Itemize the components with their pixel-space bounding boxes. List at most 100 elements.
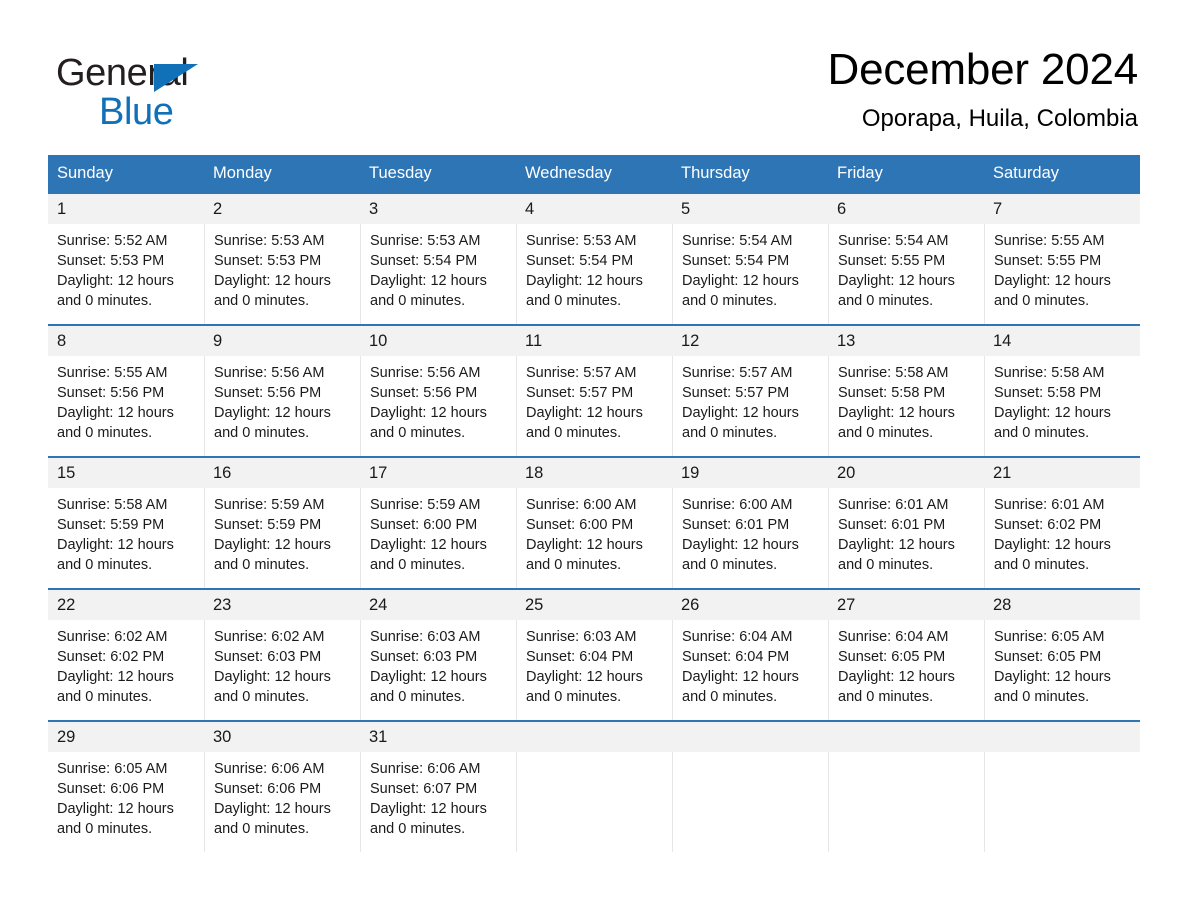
day-cell[interactable]: Sunrise: 6:00 AM Sunset: 6:01 PM Dayligh… <box>672 487 828 588</box>
day-number[interactable]: 24 <box>360 590 516 620</box>
day-number[interactable]: 18 <box>516 458 672 488</box>
sunset-text: Sunset: 6:03 PM <box>214 648 322 665</box>
day-cell[interactable]: Sunrise: 5:56 AM Sunset: 5:56 PM Dayligh… <box>360 355 516 456</box>
general-blue-logo[interactable]: General Blue <box>56 46 256 131</box>
day-cell[interactable]: Sunrise: 6:01 AM Sunset: 6:01 PM Dayligh… <box>828 487 984 588</box>
day-number[interactable]: 22 <box>48 590 204 620</box>
daylight-text-line1: Daylight: 12 hours <box>682 272 799 289</box>
day-cell[interactable]: Sunrise: 6:03 AM Sunset: 6:04 PM Dayligh… <box>516 619 672 720</box>
day-cell[interactable]: Sunrise: 5:53 AM Sunset: 5:54 PM Dayligh… <box>516 223 672 324</box>
day-cell[interactable]: Sunrise: 5:52 AM Sunset: 5:53 PM Dayligh… <box>48 224 204 324</box>
day-cell[interactable]: Sunrise: 6:01 AM Sunset: 6:02 PM Dayligh… <box>984 487 1140 588</box>
day-number[interactable]: 13 <box>828 326 984 356</box>
sunrise-text: Sunrise: 6:01 AM <box>994 496 1105 513</box>
sunset-text: Sunset: 5:56 PM <box>214 384 322 401</box>
day-number[interactable]: 19 <box>672 458 828 488</box>
day-cell[interactable]: Sunrise: 5:53 AM Sunset: 5:53 PM Dayligh… <box>204 223 360 324</box>
weekday-header-wednesday: Wednesday <box>525 163 612 182</box>
sunrise-text: Sunrise: 5:58 AM <box>994 364 1105 381</box>
day-number[interactable]: 26 <box>672 590 828 620</box>
day-number[interactable]: 12 <box>672 326 828 356</box>
day-cell[interactable]: Sunrise: 5:58 AM Sunset: 5:58 PM Dayligh… <box>828 355 984 456</box>
day-cell-empty <box>516 751 672 852</box>
sunset-text: Sunset: 6:05 PM <box>994 648 1102 665</box>
day-number[interactable]: 5 <box>672 194 828 224</box>
day-cell[interactable]: Sunrise: 6:03 AM Sunset: 6:03 PM Dayligh… <box>360 619 516 720</box>
sunrise-text: Sunrise: 5:53 AM <box>370 232 481 249</box>
day-number[interactable]: 21 <box>984 458 1140 488</box>
day-number[interactable]: 28 <box>984 590 1140 620</box>
day-number[interactable]: 11 <box>516 326 672 356</box>
daylight-text-line1: Daylight: 12 hours <box>838 404 955 421</box>
day-number[interactable]: 2 <box>204 194 360 224</box>
day-cell[interactable]: Sunrise: 5:59 AM Sunset: 6:00 PM Dayligh… <box>360 487 516 588</box>
day-cell[interactable]: Sunrise: 5:58 AM Sunset: 5:59 PM Dayligh… <box>48 488 204 588</box>
day-number[interactable]: 1 <box>48 194 204 224</box>
title-block: December 2024 Oporapa, Huila, Colombia <box>828 45 1139 133</box>
day-cell[interactable]: Sunrise: 6:00 AM Sunset: 6:00 PM Dayligh… <box>516 487 672 588</box>
day-cell[interactable]: Sunrise: 6:06 AM Sunset: 6:07 PM Dayligh… <box>360 751 516 852</box>
day-number[interactable]: 23 <box>204 590 360 620</box>
day-cell[interactable]: Sunrise: 6:02 AM Sunset: 6:03 PM Dayligh… <box>204 619 360 720</box>
sunset-text: Sunset: 6:03 PM <box>370 648 478 665</box>
day-cell[interactable]: Sunrise: 6:06 AM Sunset: 6:06 PM Dayligh… <box>204 751 360 852</box>
day-number[interactable]: 20 <box>828 458 984 488</box>
day-cell[interactable]: Sunrise: 5:55 AM Sunset: 5:55 PM Dayligh… <box>984 223 1140 324</box>
day-cell[interactable]: Sunrise: 5:54 AM Sunset: 5:55 PM Dayligh… <box>828 223 984 324</box>
day-cell-empty <box>828 751 984 852</box>
day-cell[interactable]: Sunrise: 6:04 AM Sunset: 6:05 PM Dayligh… <box>828 619 984 720</box>
day-number[interactable]: 10 <box>360 326 516 356</box>
day-number[interactable]: 30 <box>204 722 360 752</box>
daylight-text-line1: Daylight: 12 hours <box>526 272 643 289</box>
weekday-header-tuesday: Tuesday <box>369 163 432 182</box>
weekday-header-monday: Monday <box>213 163 272 182</box>
day-number[interactable]: 17 <box>360 458 516 488</box>
day-cell[interactable]: Sunrise: 5:57 AM Sunset: 5:57 PM Dayligh… <box>516 355 672 456</box>
day-number[interactable]: 31 <box>360 722 516 752</box>
week-daynumber-band: 22 23 24 25 26 27 28 <box>48 589 1140 620</box>
day-number[interactable]: 29 <box>48 722 204 752</box>
day-number[interactable]: 15 <box>48 458 204 488</box>
daylight-text-line2: and 0 minutes. <box>214 424 310 441</box>
day-number[interactable]: 3 <box>360 194 516 224</box>
day-cell[interactable]: Sunrise: 5:53 AM Sunset: 5:54 PM Dayligh… <box>360 223 516 324</box>
daylight-text-line2: and 0 minutes. <box>994 688 1090 705</box>
day-cell[interactable]: Sunrise: 5:54 AM Sunset: 5:54 PM Dayligh… <box>672 223 828 324</box>
day-cell[interactable]: Sunrise: 5:59 AM Sunset: 5:59 PM Dayligh… <box>204 487 360 588</box>
day-number[interactable]: 14 <box>984 326 1140 356</box>
day-cell[interactable]: Sunrise: 6:02 AM Sunset: 6:02 PM Dayligh… <box>48 620 204 720</box>
day-cell[interactable]: Sunrise: 5:58 AM Sunset: 5:58 PM Dayligh… <box>984 355 1140 456</box>
sunset-text: Sunset: 5:53 PM <box>214 252 322 269</box>
daylight-text-line2: and 0 minutes. <box>682 292 778 309</box>
sunrise-text: Sunrise: 5:56 AM <box>370 364 481 381</box>
day-number[interactable]: 6 <box>828 194 984 224</box>
daylight-text-line2: and 0 minutes. <box>370 292 466 309</box>
day-number[interactable]: 25 <box>516 590 672 620</box>
day-cell[interactable]: Sunrise: 6:04 AM Sunset: 6:04 PM Dayligh… <box>672 619 828 720</box>
daylight-text-line1: Daylight: 12 hours <box>57 536 174 553</box>
day-cell[interactable]: Sunrise: 5:57 AM Sunset: 5:57 PM Dayligh… <box>672 355 828 456</box>
day-cell[interactable]: Sunrise: 5:56 AM Sunset: 5:56 PM Dayligh… <box>204 355 360 456</box>
day-number[interactable]: 16 <box>204 458 360 488</box>
sunrise-text: Sunrise: 6:00 AM <box>526 496 637 513</box>
day-cell[interactable]: Sunrise: 5:55 AM Sunset: 5:56 PM Dayligh… <box>48 356 204 456</box>
daylight-text-line2: and 0 minutes. <box>994 556 1090 573</box>
day-cell[interactable]: Sunrise: 6:05 AM Sunset: 6:06 PM Dayligh… <box>48 752 204 852</box>
daylight-text-line2: and 0 minutes. <box>370 424 466 441</box>
sunrise-text: Sunrise: 6:06 AM <box>214 760 325 777</box>
daylight-text-line2: and 0 minutes. <box>370 820 466 837</box>
daylight-text-line1: Daylight: 12 hours <box>838 536 955 553</box>
sunrise-text: Sunrise: 5:58 AM <box>838 364 949 381</box>
daylight-text-line1: Daylight: 12 hours <box>370 668 487 685</box>
daylight-text-line2: and 0 minutes. <box>214 688 310 705</box>
day-number[interactable]: 8 <box>48 326 204 356</box>
sunset-text: Sunset: 5:59 PM <box>214 516 322 533</box>
day-number[interactable]: 27 <box>828 590 984 620</box>
day-number[interactable]: 4 <box>516 194 672 224</box>
day-number[interactable]: 7 <box>984 194 1140 224</box>
sunset-text: Sunset: 5:58 PM <box>838 384 946 401</box>
week-detail-band: Sunrise: 5:58 AM Sunset: 5:59 PM Dayligh… <box>48 487 1140 588</box>
day-number[interactable]: 9 <box>204 326 360 356</box>
day-cell[interactable]: Sunrise: 6:05 AM Sunset: 6:05 PM Dayligh… <box>984 619 1140 720</box>
sunset-text: Sunset: 6:06 PM <box>214 780 322 797</box>
